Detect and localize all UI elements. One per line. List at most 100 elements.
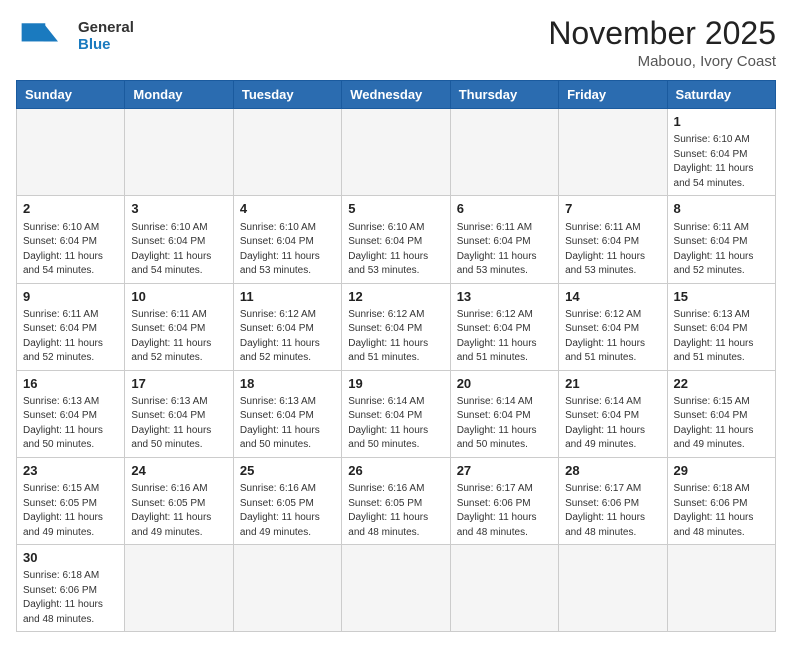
day-info: Sunrise: 6:17 AM Sunset: 6:06 PM Dayligh… bbox=[457, 482, 552, 540]
day-cell-23: 23 Sunrise: 6:15 AM Sunset: 6:05 PM Dayli… bbox=[17, 457, 125, 544]
day-info: Sunrise: 6:13 AM Sunset: 6:04 PM Dayligh… bbox=[240, 395, 335, 453]
empty-cell bbox=[233, 109, 341, 196]
day-info: Sunrise: 6:11 AM Sunset: 6:04 PM Dayligh… bbox=[23, 308, 118, 366]
day-number: 19 bbox=[348, 375, 443, 393]
day-number: 12 bbox=[348, 288, 443, 306]
day-info: Sunrise: 6:16 AM Sunset: 6:05 PM Dayligh… bbox=[131, 482, 226, 540]
day-number: 28 bbox=[565, 462, 660, 480]
location: Mabouo, Ivory Coast bbox=[548, 53, 776, 70]
day-number: 17 bbox=[131, 375, 226, 393]
title-block: November 2025 Mabouo, Ivory Coast bbox=[548, 16, 776, 70]
day-info: Sunrise: 6:13 AM Sunset: 6:04 PM Dayligh… bbox=[674, 308, 769, 366]
day-info: Sunrise: 6:10 AM Sunset: 6:04 PM Dayligh… bbox=[131, 221, 226, 279]
day-number: 23 bbox=[23, 462, 118, 480]
day-cell-17: 17 Sunrise: 6:13 AM Sunset: 6:04 PM Dayli… bbox=[125, 370, 233, 457]
day-info: Sunrise: 6:13 AM Sunset: 6:04 PM Dayligh… bbox=[23, 395, 118, 453]
day-cell-10: 10 Sunrise: 6:11 AM Sunset: 6:04 PM Dayli… bbox=[125, 283, 233, 370]
day-number: 7 bbox=[565, 200, 660, 218]
day-number: 9 bbox=[23, 288, 118, 306]
day-info: Sunrise: 6:10 AM Sunset: 6:04 PM Dayligh… bbox=[23, 221, 118, 279]
day-cell-6: 6Sunrise: 6:11 AM Sunset: 6:04 PM Daylig… bbox=[450, 196, 558, 283]
day-info: Sunrise: 6:12 AM Sunset: 6:04 PM Dayligh… bbox=[457, 308, 552, 366]
day-number: 2 bbox=[23, 200, 118, 218]
day-cell-8: 8 Sunrise: 6:11 AM Sunset: 6:04 PM Daylig… bbox=[667, 196, 775, 283]
day-info: Sunrise: 6:18 AM Sunset: 6:06 PM Dayligh… bbox=[23, 569, 118, 627]
day-info: Sunrise: 6:14 AM Sunset: 6:04 PM Dayligh… bbox=[457, 395, 552, 453]
week-row-6: 30 Sunrise: 6:18 AM Sunset: 6:06 PM Dayli… bbox=[17, 545, 776, 632]
day-info: Sunrise: 6:15 AM Sunset: 6:04 PM Dayligh… bbox=[674, 395, 769, 453]
day-cell-20: 20 Sunrise: 6:14 AM Sunset: 6:04 PM Dayli… bbox=[450, 370, 558, 457]
day-cell-25: 25Sunrise: 6:16 AM Sunset: 6:05 PM Dayli… bbox=[233, 457, 341, 544]
day-cell-21: 21Sunrise: 6:14 AM Sunset: 6:04 PM Dayli… bbox=[559, 370, 667, 457]
day-info: Sunrise: 6:15 AM Sunset: 6:05 PM Dayligh… bbox=[23, 482, 118, 540]
day-number: 29 bbox=[674, 462, 769, 480]
day-number: 10 bbox=[131, 288, 226, 306]
day-info: Sunrise: 6:14 AM Sunset: 6:04 PM Dayligh… bbox=[348, 395, 443, 453]
logo-general: General bbox=[78, 19, 134, 36]
weekday-header-monday: Monday bbox=[125, 81, 233, 109]
logo: GeneralBlue bbox=[16, 16, 134, 56]
logo-icon bbox=[16, 16, 60, 56]
day-info: Sunrise: 6:12 AM Sunset: 6:04 PM Dayligh… bbox=[240, 308, 335, 366]
day-info: Sunrise: 6:10 AM Sunset: 6:04 PM Dayligh… bbox=[674, 133, 769, 191]
weekday-header-row: SundayMondayTuesdayWednesdayThursdayFrid… bbox=[17, 81, 776, 109]
day-cell-29: 29 Sunrise: 6:18 AM Sunset: 6:06 PM Dayli… bbox=[667, 457, 775, 544]
day-number: 14 bbox=[565, 288, 660, 306]
day-cell-30: 30 Sunrise: 6:18 AM Sunset: 6:06 PM Dayli… bbox=[17, 545, 125, 632]
day-cell-5: 5 Sunrise: 6:10 AM Sunset: 6:04 PM Daylig… bbox=[342, 196, 450, 283]
empty-cell bbox=[667, 545, 775, 632]
empty-cell bbox=[559, 545, 667, 632]
day-number: 16 bbox=[23, 375, 118, 393]
day-info: Sunrise: 6:18 AM Sunset: 6:06 PM Dayligh… bbox=[674, 482, 769, 540]
empty-cell bbox=[342, 545, 450, 632]
day-info: Sunrise: 6:13 AM Sunset: 6:04 PM Dayligh… bbox=[131, 395, 226, 453]
week-row-1: 1 Sunrise: 6:10 AM Sunset: 6:04 PM Daylig… bbox=[17, 109, 776, 196]
empty-cell bbox=[450, 109, 558, 196]
day-cell-28: 28 Sunrise: 6:17 AM Sunset: 6:06 PM Dayli… bbox=[559, 457, 667, 544]
day-cell-22: 22Sunrise: 6:15 AM Sunset: 6:04 PM Dayli… bbox=[667, 370, 775, 457]
empty-cell bbox=[233, 545, 341, 632]
day-cell-27: 27 Sunrise: 6:17 AM Sunset: 6:06 PM Dayli… bbox=[450, 457, 558, 544]
day-cell-15: 15Sunrise: 6:13 AM Sunset: 6:04 PM Dayli… bbox=[667, 283, 775, 370]
day-number: 3 bbox=[131, 200, 226, 218]
day-info: Sunrise: 6:11 AM Sunset: 6:04 PM Dayligh… bbox=[674, 221, 769, 279]
weekday-header-friday: Friday bbox=[559, 81, 667, 109]
day-number: 13 bbox=[457, 288, 552, 306]
week-row-3: 9 Sunrise: 6:11 AM Sunset: 6:04 PM Daylig… bbox=[17, 283, 776, 370]
day-cell-14: 14 Sunrise: 6:12 AM Sunset: 6:04 PM Dayli… bbox=[559, 283, 667, 370]
day-number: 30 bbox=[23, 549, 118, 567]
day-number: 27 bbox=[457, 462, 552, 480]
day-number: 20 bbox=[457, 375, 552, 393]
weekday-header-tuesday: Tuesday bbox=[233, 81, 341, 109]
day-cell-9: 9 Sunrise: 6:11 AM Sunset: 6:04 PM Daylig… bbox=[17, 283, 125, 370]
day-number: 8 bbox=[674, 200, 769, 218]
day-number: 21 bbox=[565, 375, 660, 393]
day-info: Sunrise: 6:12 AM Sunset: 6:04 PM Dayligh… bbox=[565, 308, 660, 366]
day-cell-16: 16 Sunrise: 6:13 AM Sunset: 6:04 PM Dayli… bbox=[17, 370, 125, 457]
weekday-header-wednesday: Wednesday bbox=[342, 81, 450, 109]
day-info: Sunrise: 6:11 AM Sunset: 6:04 PM Dayligh… bbox=[565, 221, 660, 279]
day-info: Sunrise: 6:17 AM Sunset: 6:06 PM Dayligh… bbox=[565, 482, 660, 540]
day-number: 5 bbox=[348, 200, 443, 218]
day-cell-7: 7 Sunrise: 6:11 AM Sunset: 6:04 PM Daylig… bbox=[559, 196, 667, 283]
day-cell-26: 26 Sunrise: 6:16 AM Sunset: 6:05 PM Dayli… bbox=[342, 457, 450, 544]
day-info: Sunrise: 6:11 AM Sunset: 6:04 PM Dayligh… bbox=[457, 221, 552, 279]
day-number: 1 bbox=[674, 113, 769, 131]
day-info: Sunrise: 6:10 AM Sunset: 6:04 PM Dayligh… bbox=[348, 221, 443, 279]
day-info: Sunrise: 6:11 AM Sunset: 6:04 PM Dayligh… bbox=[131, 308, 226, 366]
day-number: 26 bbox=[348, 462, 443, 480]
weekday-header-thursday: Thursday bbox=[450, 81, 558, 109]
calendar-table: SundayMondayTuesdayWednesdayThursdayFrid… bbox=[16, 80, 776, 632]
day-info: Sunrise: 6:16 AM Sunset: 6:05 PM Dayligh… bbox=[348, 482, 443, 540]
day-cell-12: 12Sunrise: 6:12 AM Sunset: 6:04 PM Dayli… bbox=[342, 283, 450, 370]
day-cell-11: 11Sunrise: 6:12 AM Sunset: 6:04 PM Dayli… bbox=[233, 283, 341, 370]
weekday-header-sunday: Sunday bbox=[17, 81, 125, 109]
empty-cell bbox=[342, 109, 450, 196]
day-cell-3: 3 Sunrise: 6:10 AM Sunset: 6:04 PM Daylig… bbox=[125, 196, 233, 283]
week-row-4: 16 Sunrise: 6:13 AM Sunset: 6:04 PM Dayli… bbox=[17, 370, 776, 457]
day-cell-19: 19 Sunrise: 6:14 AM Sunset: 6:04 PM Dayli… bbox=[342, 370, 450, 457]
day-info: Sunrise: 6:16 AM Sunset: 6:05 PM Dayligh… bbox=[240, 482, 335, 540]
day-cell-4: 4Sunrise: 6:10 AM Sunset: 6:04 PM Daylig… bbox=[233, 196, 341, 283]
day-number: 18 bbox=[240, 375, 335, 393]
empty-cell bbox=[450, 545, 558, 632]
